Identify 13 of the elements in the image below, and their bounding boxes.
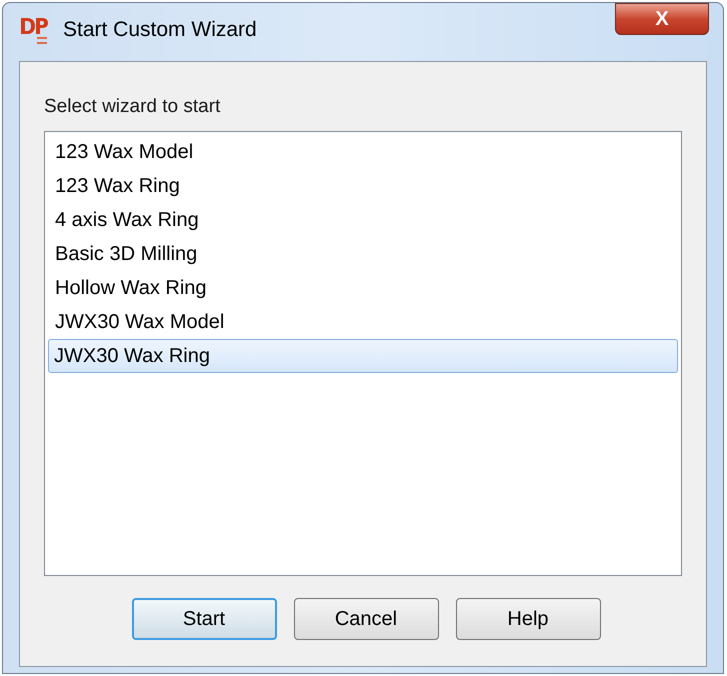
close-button[interactable]: X (615, 3, 709, 35)
prompt-label: Select wizard to start (44, 95, 222, 119)
dialog-button[interactable]: Start (132, 598, 276, 640)
wizard-list-item[interactable]: JWX30 Wax Model (48, 305, 678, 339)
dialog-button[interactable]: Help (456, 598, 600, 640)
window-title: Start Custom Wizard (63, 17, 257, 43)
wizard-list-item[interactable]: 123 Wax Model (48, 135, 678, 169)
wizard-list-item[interactable]: Basic 3D Milling (48, 237, 678, 271)
wizard-list-item[interactable]: 123 Wax Ring (48, 169, 678, 203)
wizard-list-item[interactable]: Hollow Wax Ring (48, 271, 678, 305)
dialog-button[interactable]: Cancel (294, 598, 438, 640)
wizard-list-item[interactable]: 4 axis Wax Ring (48, 203, 678, 237)
wizard-list-item[interactable]: JWX30 Wax Ring (48, 339, 678, 373)
